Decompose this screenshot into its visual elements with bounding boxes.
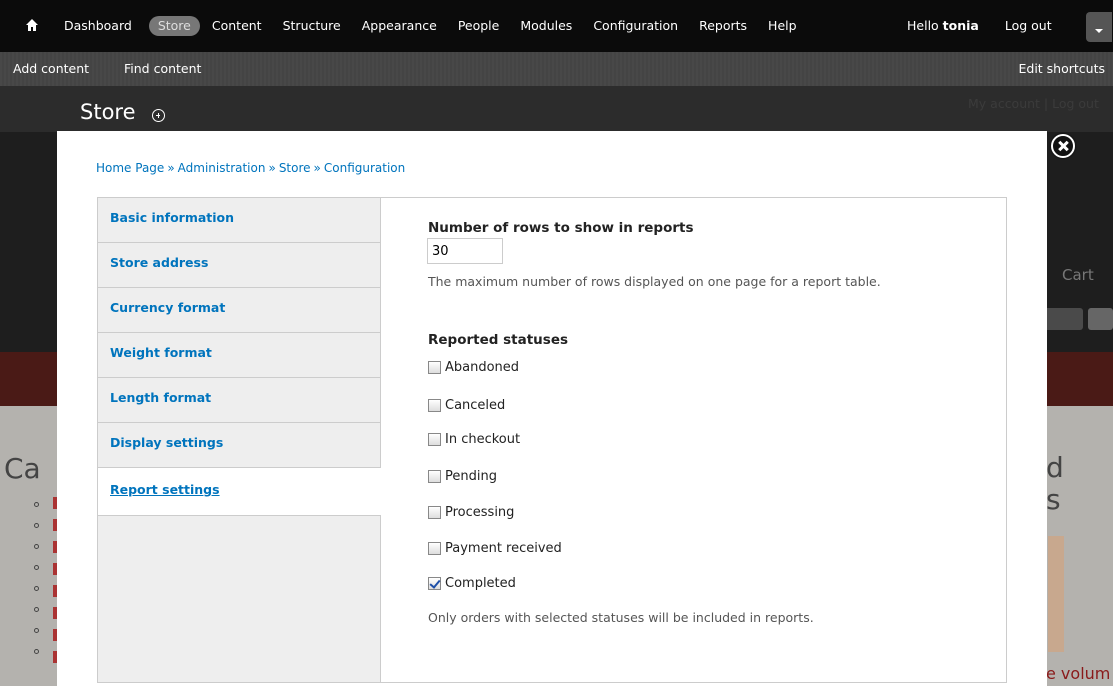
cart-link: Cart xyxy=(1062,266,1094,284)
breadcrumb: Home Page» Administration» Store» Configura… xyxy=(96,161,405,175)
rows-description: The maximum number of rows displayed on … xyxy=(428,274,881,289)
account-links: My account | Log out xyxy=(968,96,1099,111)
checkbox-box-checked[interactable] xyxy=(428,577,441,590)
statuses-description: Only orders with selected statuses will … xyxy=(428,610,814,625)
site-search-input xyxy=(1043,308,1083,330)
checkbox-label: Completed xyxy=(445,576,516,591)
logout-link[interactable]: Log out xyxy=(1005,18,1052,33)
checkbox-completed[interactable]: Completed xyxy=(428,576,516,591)
category-heading: Ca xyxy=(4,452,41,485)
checkbox-processing[interactable]: Processing xyxy=(428,505,514,520)
breadcrumb-separator: » xyxy=(313,161,321,175)
rows-field-label: Number of rows to show in reports xyxy=(428,220,694,236)
category-list xyxy=(34,502,39,670)
rows-input[interactable] xyxy=(427,238,503,264)
checkbox-pending[interactable]: Pending xyxy=(428,469,497,484)
add-shortcut-icon[interactable] xyxy=(152,109,165,122)
vertical-tabs: Basic information Store address Currency… xyxy=(97,197,1007,683)
statuses-label: Reported statuses xyxy=(428,332,569,348)
tab-display-settings[interactable]: Display settings xyxy=(98,423,380,468)
tab-length-format[interactable]: Length format xyxy=(98,378,380,423)
bullet-icon xyxy=(34,544,39,549)
breadcrumb-separator: » xyxy=(167,161,175,175)
tab-currency-format[interactable]: Currency format xyxy=(98,288,380,333)
vertical-tabs-list: Basic information Store address Currency… xyxy=(98,198,381,682)
checkbox-in-checkout[interactable]: In checkout xyxy=(428,432,520,447)
toolbar-menu: Dashboard Store Content Structure Appear… xyxy=(55,16,809,36)
tab-report-settings[interactable]: Report settings xyxy=(98,468,381,516)
tab-weight-format[interactable]: Weight format xyxy=(98,333,380,378)
menu-item-people[interactable]: People xyxy=(449,16,509,36)
checkbox-label: Processing xyxy=(445,505,515,520)
menu-item-modules[interactable]: Modules xyxy=(511,16,581,36)
toolbar-menu-bar: Dashboard Store Content Structure Appear… xyxy=(0,0,1113,52)
admin-toolbar: Dashboard Store Content Structure Appear… xyxy=(0,0,1113,86)
bullet-icon xyxy=(34,607,39,612)
close-icon[interactable] xyxy=(1051,134,1075,158)
shortcut-add-content[interactable]: Add content xyxy=(13,61,89,76)
checkbox-abandoned[interactable]: Abandoned xyxy=(428,360,519,375)
bullet-icon xyxy=(34,523,39,528)
checkbox-payment-received[interactable]: Payment received xyxy=(428,541,562,556)
site-search-icon xyxy=(1088,308,1113,330)
shortcut-find-content[interactable]: Find content xyxy=(124,61,201,76)
checkbox-box[interactable] xyxy=(428,361,441,374)
toolbar-toggle-button[interactable] xyxy=(1086,12,1112,42)
user-greeting[interactable]: Hello tonia xyxy=(907,18,979,33)
checkbox-box[interactable] xyxy=(428,433,441,446)
username: tonia xyxy=(942,18,979,33)
tab-basic-information[interactable]: Basic information xyxy=(98,198,380,243)
menu-item-configuration[interactable]: Configuration xyxy=(584,16,687,36)
checkbox-label: Canceled xyxy=(445,398,506,413)
edit-shortcuts-link[interactable]: Edit shortcuts xyxy=(1018,61,1105,76)
overlay-dialog: Home Page» Administration» Store» Configura… xyxy=(57,131,1047,686)
checkbox-label: Abandoned xyxy=(445,360,520,375)
bullet-icon xyxy=(34,502,39,507)
product-link: e volum xyxy=(1046,664,1111,683)
bullet-icon xyxy=(34,565,39,570)
breadcrumb-administration[interactable]: Administration xyxy=(178,161,266,175)
bullet-icon xyxy=(34,586,39,591)
bullet-icon xyxy=(34,649,39,654)
checkbox-label: Pending xyxy=(445,469,497,484)
bullet-icon xyxy=(34,628,39,633)
checkbox-canceled[interactable]: Canceled xyxy=(428,398,505,413)
breadcrumb-configuration[interactable]: Configuration xyxy=(324,161,405,175)
breadcrumb-store[interactable]: Store xyxy=(279,161,311,175)
user-area: Hello tonia Log out xyxy=(907,18,1052,33)
menu-item-reports[interactable]: Reports xyxy=(690,16,756,36)
product-image xyxy=(1048,536,1064,652)
breadcrumb-separator: » xyxy=(268,161,276,175)
menu-item-content[interactable]: Content xyxy=(203,16,271,36)
menu-item-dashboard[interactable]: Dashboard xyxy=(55,16,141,36)
shortcuts-bar: Add content Find content Edit shortcuts xyxy=(0,52,1113,86)
home-icon[interactable] xyxy=(25,18,39,32)
checkbox-box[interactable] xyxy=(428,470,441,483)
greeting-text: Hello xyxy=(907,18,939,33)
report-settings-pane: Number of rows to show in reports The ma… xyxy=(398,198,998,678)
checkbox-label: In checkout xyxy=(445,432,521,447)
menu-item-store[interactable]: Store xyxy=(148,16,200,36)
checkbox-box[interactable] xyxy=(428,542,441,555)
sidebar-heading: d s xyxy=(1046,451,1064,516)
tab-store-address[interactable]: Store address xyxy=(98,243,380,288)
checkbox-box[interactable] xyxy=(428,506,441,519)
menu-item-help[interactable]: Help xyxy=(759,16,806,36)
breadcrumb-home[interactable]: Home Page xyxy=(96,161,164,175)
menu-item-structure[interactable]: Structure xyxy=(274,16,350,36)
menu-item-appearance[interactable]: Appearance xyxy=(353,16,446,36)
checkbox-box[interactable] xyxy=(428,399,441,412)
page-title: Store xyxy=(80,100,136,124)
checkbox-label: Payment received xyxy=(445,541,562,556)
